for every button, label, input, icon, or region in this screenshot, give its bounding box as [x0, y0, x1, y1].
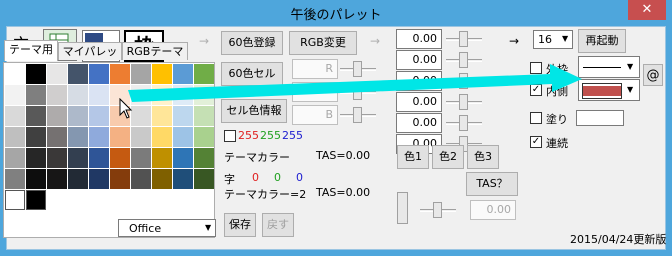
color-swatch[interactable]	[26, 127, 46, 147]
color-swatch[interactable]	[68, 169, 88, 189]
chevron-down-icon: ▼	[627, 85, 634, 94]
color-swatch[interactable]	[173, 169, 193, 189]
color-swatch[interactable]	[68, 127, 88, 147]
chevron-down-icon: ▼	[562, 34, 569, 43]
current-color-swatch	[224, 130, 236, 142]
color-swatch[interactable]	[89, 106, 109, 126]
color-swatch[interactable]	[152, 127, 172, 147]
color-swatch[interactable]	[47, 106, 67, 126]
color-swatch[interactable]	[26, 190, 46, 210]
restart-button[interactable]: 再起動	[578, 29, 626, 53]
color-swatch[interactable]	[110, 148, 130, 168]
at-button[interactable]: @	[643, 64, 663, 86]
color-swatch[interactable]	[131, 127, 151, 147]
color-swatch[interactable]	[26, 148, 46, 168]
color-swatch[interactable]	[152, 169, 172, 189]
info-g-value: 255	[260, 129, 281, 142]
color-swatch[interactable]	[131, 148, 151, 168]
value-slider-1[interactable]	[446, 29, 482, 49]
theme-color2-label: テーマカラー=2	[224, 188, 307, 201]
info-r-value: 255	[238, 129, 259, 142]
color-swatch[interactable]	[47, 85, 67, 105]
color-swatch[interactable]	[194, 127, 214, 147]
color-swatch[interactable]	[47, 127, 67, 147]
color-swatch[interactable]	[5, 106, 25, 126]
color-swatch[interactable]	[110, 169, 130, 189]
color2-button[interactable]: 色2	[432, 145, 464, 169]
annotation-arrow	[128, 64, 582, 102]
theme-color-label: テーマカラー	[224, 151, 290, 164]
tas-slider[interactable]	[420, 200, 456, 220]
char-r-value: 0	[252, 171, 259, 184]
rgb-change-button[interactable]: RGB変更	[289, 31, 357, 55]
tas-label-2: TAS=0.00	[316, 186, 371, 199]
color1-button[interactable]: 色1	[397, 145, 429, 169]
color-swatch[interactable]	[47, 148, 67, 168]
tas-value-field: 0.00	[470, 200, 516, 220]
size-spinner-value: 16	[538, 33, 552, 46]
arrow-icon: →	[370, 34, 381, 48]
color-swatch[interactable]	[68, 106, 88, 126]
color-swatch[interactable]	[89, 85, 109, 105]
color-swatch[interactable]	[5, 85, 25, 105]
arrow-icon: →	[509, 34, 520, 48]
close-button[interactable]: ✕	[628, 0, 666, 20]
info-b-value: 255	[282, 129, 303, 142]
save-button[interactable]: 保存	[224, 213, 256, 237]
register-60-colors-button[interactable]: 60色登録	[221, 31, 283, 55]
color-swatch[interactable]	[26, 169, 46, 189]
color-swatch[interactable]	[26, 106, 46, 126]
color-swatch[interactable]	[5, 190, 25, 210]
arrow-icon: →	[199, 34, 210, 48]
color-swatch[interactable]	[194, 148, 214, 168]
window-title: 午後のパレット	[290, 8, 382, 23]
theme-select-value: Office	[129, 222, 162, 235]
theme-select[interactable]: Office ▼	[118, 219, 216, 237]
color-swatch[interactable]	[5, 64, 25, 84]
continuous-label: 連続	[546, 137, 568, 150]
color-swatch[interactable]	[152, 148, 172, 168]
color-swatch[interactable]	[5, 148, 25, 168]
tab-theme[interactable]: テーマ用	[4, 40, 58, 61]
color-swatch[interactable]	[110, 127, 130, 147]
color-swatch[interactable]	[26, 85, 46, 105]
tas-label: TAS=0.00	[316, 149, 371, 162]
color-swatch[interactable]	[47, 64, 67, 84]
vertical-slider-thumb[interactable]	[397, 192, 408, 224]
color-swatch[interactable]	[173, 127, 193, 147]
color-swatch[interactable]	[89, 148, 109, 168]
size-spinner[interactable]: 16 ▼	[533, 30, 573, 49]
char-b-value: 0	[296, 171, 303, 184]
color-swatch[interactable]	[5, 169, 25, 189]
tas-button[interactable]: TAS？	[466, 172, 518, 196]
color-swatch[interactable]	[89, 169, 109, 189]
color-swatch[interactable]	[47, 169, 67, 189]
char-label: 字	[224, 173, 235, 186]
color-swatch[interactable]	[5, 127, 25, 147]
value-field-1[interactable]: 0.00	[396, 29, 442, 49]
undo-button: 戻す	[262, 213, 294, 237]
version-date: 2015/04/24更新版	[570, 233, 667, 246]
color-swatch[interactable]	[131, 169, 151, 189]
color-swatch[interactable]	[89, 127, 109, 147]
chevron-down-icon: ▼	[627, 62, 634, 71]
color-swatch[interactable]	[26, 64, 46, 84]
chevron-down-icon: ▼	[205, 223, 212, 232]
tab-rgbtheme[interactable]: RGBテーマ	[122, 42, 188, 60]
color-swatch[interactable]	[68, 64, 88, 84]
tab-mypalette[interactable]: マイパレット	[58, 42, 122, 75]
color-swatch[interactable]	[194, 169, 214, 189]
color3-button[interactable]: 色3	[467, 145, 499, 169]
continuous-checkbox[interactable]: ✓	[530, 136, 542, 148]
color-swatch[interactable]	[68, 148, 88, 168]
color-swatch[interactable]	[173, 148, 193, 168]
char-g-value: 0	[274, 171, 281, 184]
color-swatch[interactable]	[89, 64, 109, 84]
color-swatch[interactable]	[68, 85, 88, 105]
